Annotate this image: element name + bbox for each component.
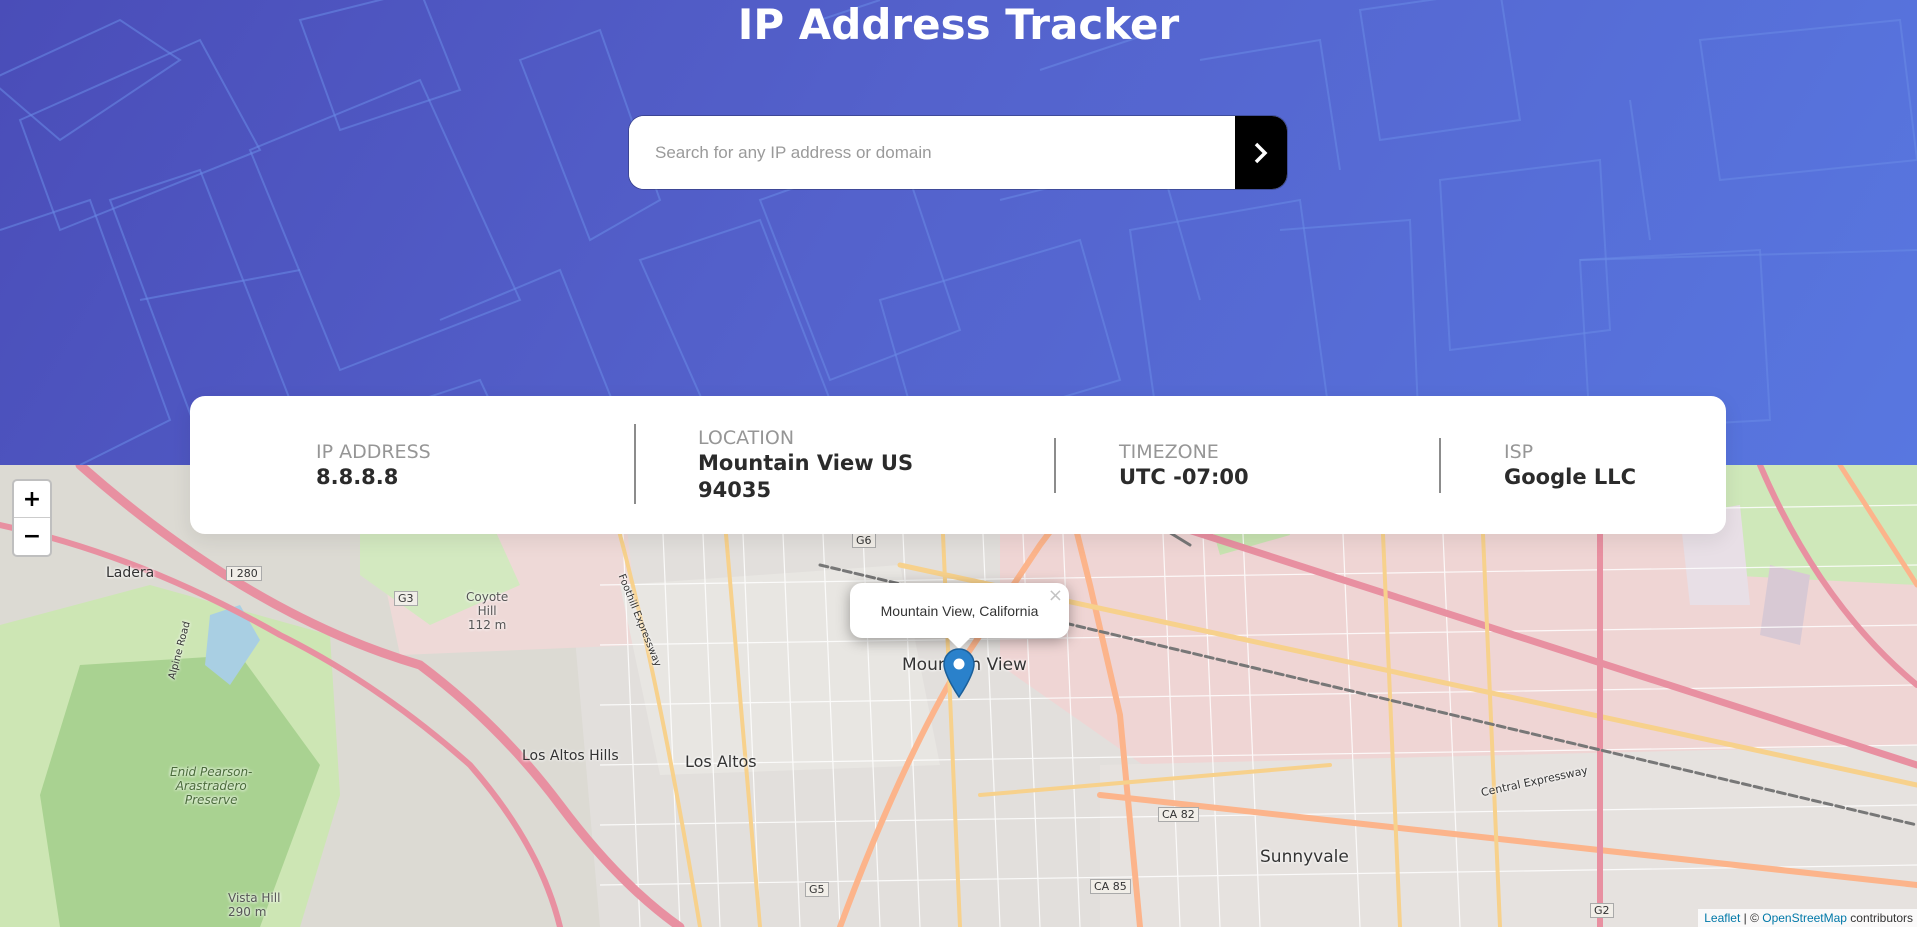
map-pin-icon[interactable] <box>942 648 976 698</box>
timezone-value: UTC -07:00 <box>1119 464 1249 489</box>
location-value-line2: 94035 <box>698 478 772 502</box>
map-label-g6: G6 <box>852 533 876 548</box>
timezone-section: TIMEZONE UTC -07:00 <box>1119 396 1419 534</box>
divider <box>1439 438 1441 493</box>
isp-label: ISP <box>1504 440 1534 463</box>
search-submit-button[interactable] <box>1235 116 1287 189</box>
map-label-i280: I 280 <box>226 566 262 581</box>
divider <box>634 424 636 504</box>
page-title: IP Address Tracker <box>737 0 1180 49</box>
map-label-los-altos-hills: Los Altos Hills <box>522 748 619 764</box>
ip-address-label: IP ADDRESS <box>316 440 431 463</box>
map-label-g2: G2 <box>1590 903 1614 918</box>
divider <box>1054 438 1056 493</box>
attribution-tail: contributors <box>1846 911 1913 925</box>
zoom-out-button[interactable]: − <box>14 518 50 555</box>
popup-text: Mountain View, California <box>880 602 1039 619</box>
zoom-control: + − <box>12 479 52 557</box>
chevron-right-icon <box>1254 142 1268 163</box>
location-value-line1: Mountain View US <box>698 451 914 475</box>
map-popup: Mountain View, California × <box>850 583 1069 638</box>
info-card: IP ADDRESS 8.8.8.8 LOCATION Mountain Vie… <box>190 396 1726 534</box>
isp-value: Google LLC <box>1504 464 1637 489</box>
map-label-coyote-hill: Coyote Hill 112 m <box>466 590 509 632</box>
map-label-sunnyvale: Sunnyvale <box>1260 847 1349 867</box>
location-label: LOCATION <box>698 427 795 449</box>
map-label-los-altos: Los Altos <box>685 752 757 771</box>
ip-address-section: IP ADDRESS 8.8.8.8 <box>316 396 616 534</box>
popup-close-button[interactable]: × <box>1048 585 1063 606</box>
timezone-label: TIMEZONE <box>1119 440 1219 463</box>
search-input[interactable] <box>629 116 1235 189</box>
zoom-in-button[interactable]: + <box>14 481 50 518</box>
map-label-g5: G5 <box>805 882 829 897</box>
search-bar <box>629 116 1287 189</box>
map-label-ladera: Ladera <box>106 565 155 581</box>
map-label-g3: G3 <box>394 591 418 606</box>
map-attribution: Leaflet | © OpenStreetMap contributors <box>1698 909 1917 927</box>
attribution-separator: | © <box>1740 911 1763 925</box>
map-label-enid-pearson: Enid Pearson- Arastradero Preserve <box>170 765 253 807</box>
openstreetmap-link[interactable]: OpenStreetMap <box>1762 911 1847 925</box>
location-section: LOCATION Mountain View US 94035 <box>698 396 1018 534</box>
ip-address-value: 8.8.8.8 <box>316 464 399 489</box>
map-label-vista-hill: Vista Hill 290 m <box>228 891 281 919</box>
map-label-ca85: CA 85 <box>1090 879 1131 894</box>
leaflet-link[interactable]: Leaflet <box>1704 911 1740 925</box>
map-label-ca82: CA 82 <box>1158 807 1199 822</box>
isp-section: ISP Google LLC <box>1504 396 1704 534</box>
